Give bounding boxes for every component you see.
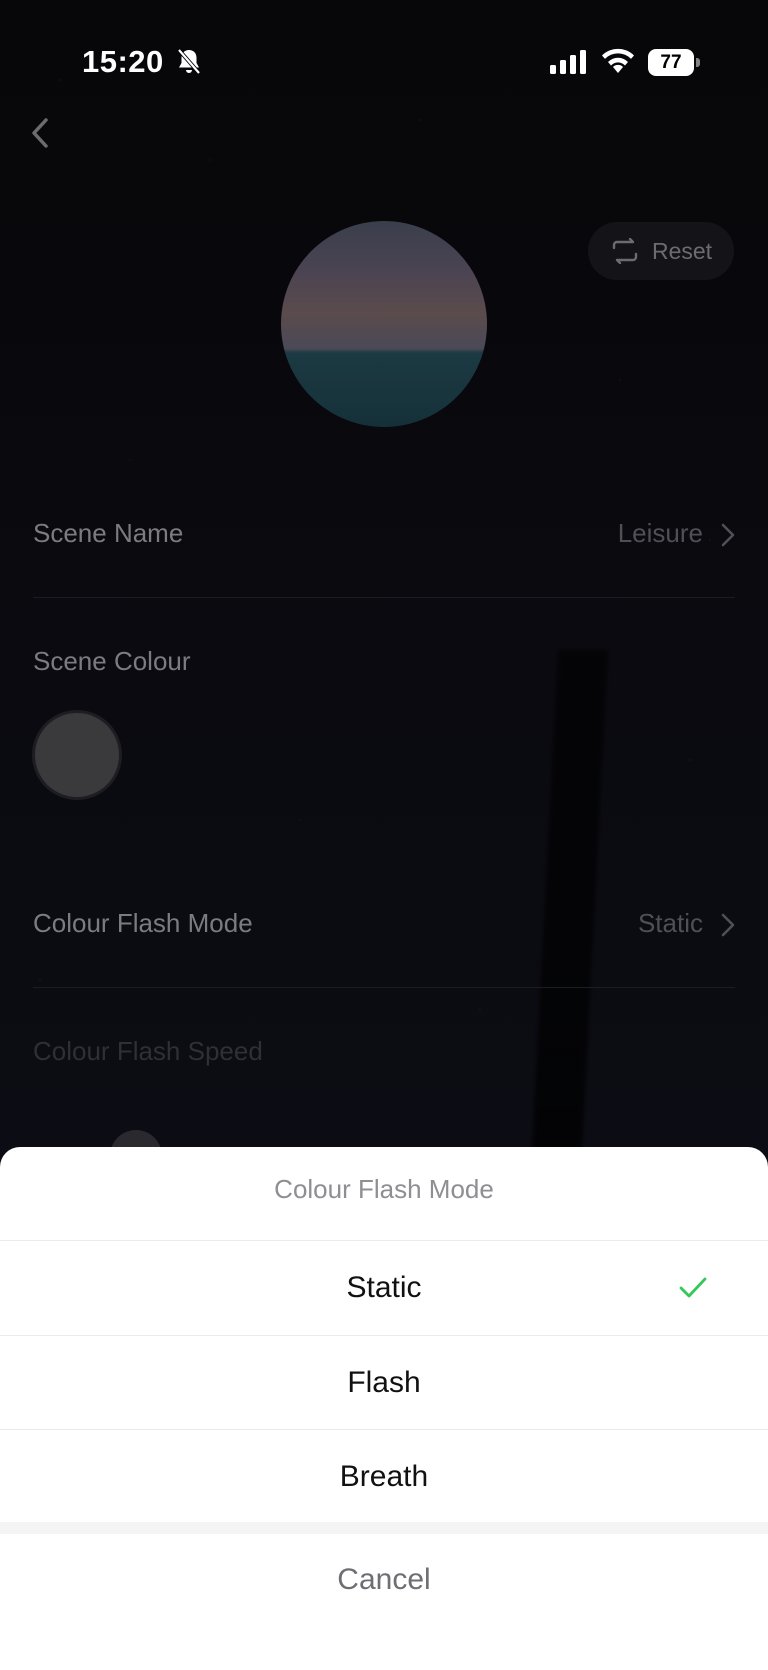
option-breath[interactable]: Breath — [0, 1430, 768, 1524]
sheet-separator — [0, 1522, 768, 1534]
colour-flash-mode-value: Static — [637, 908, 703, 938]
colour-flash-mode-label: Colour Flash Mode — [33, 908, 253, 938]
cancel-button[interactable]: Cancel — [0, 1534, 768, 1626]
scene-name-label: Scene Name — [33, 518, 184, 548]
option-flash[interactable]: Flash — [0, 1336, 768, 1430]
bell-muted-icon — [177, 48, 201, 75]
reset-label: Reset — [651, 237, 713, 264]
checkmark-icon — [679, 1277, 707, 1298]
scene-edit-screen: 15:20 77 Reset Scene Name Leisure Scene … — [0, 0, 768, 1670]
status-time: 15:20 — [82, 44, 164, 79]
cellular-signal-icon — [550, 50, 586, 74]
sheet-title: Colour Flash Mode — [274, 1174, 494, 1204]
option-label: Flash — [347, 1366, 421, 1399]
divider — [33, 987, 735, 988]
option-label: Static — [346, 1271, 422, 1304]
chevron-right-icon — [721, 523, 735, 547]
scene-name-value: Leisure — [617, 518, 703, 548]
home-indicator-area — [0, 1626, 768, 1670]
chevron-left-icon[interactable] — [26, 112, 56, 154]
battery-icon: 77 — [648, 49, 700, 76]
option-static[interactable]: Static — [0, 1241, 768, 1335]
reset-button[interactable]: Reset — [588, 222, 734, 280]
repeat-icon — [612, 238, 638, 264]
scene-colour-swatch[interactable] — [35, 713, 119, 797]
colour-flash-speed-label: Colour Flash Speed — [33, 1036, 263, 1066]
wifi-icon — [602, 48, 634, 73]
battery-level: 77 — [648, 49, 694, 76]
scene-image[interactable] — [281, 221, 487, 427]
chevron-right-icon — [721, 913, 735, 937]
divider — [33, 597, 735, 598]
status-bar: 15:20 77 — [0, 0, 768, 110]
scene-colour-label: Scene Colour — [33, 646, 191, 676]
option-label: Breath — [339, 1460, 429, 1493]
